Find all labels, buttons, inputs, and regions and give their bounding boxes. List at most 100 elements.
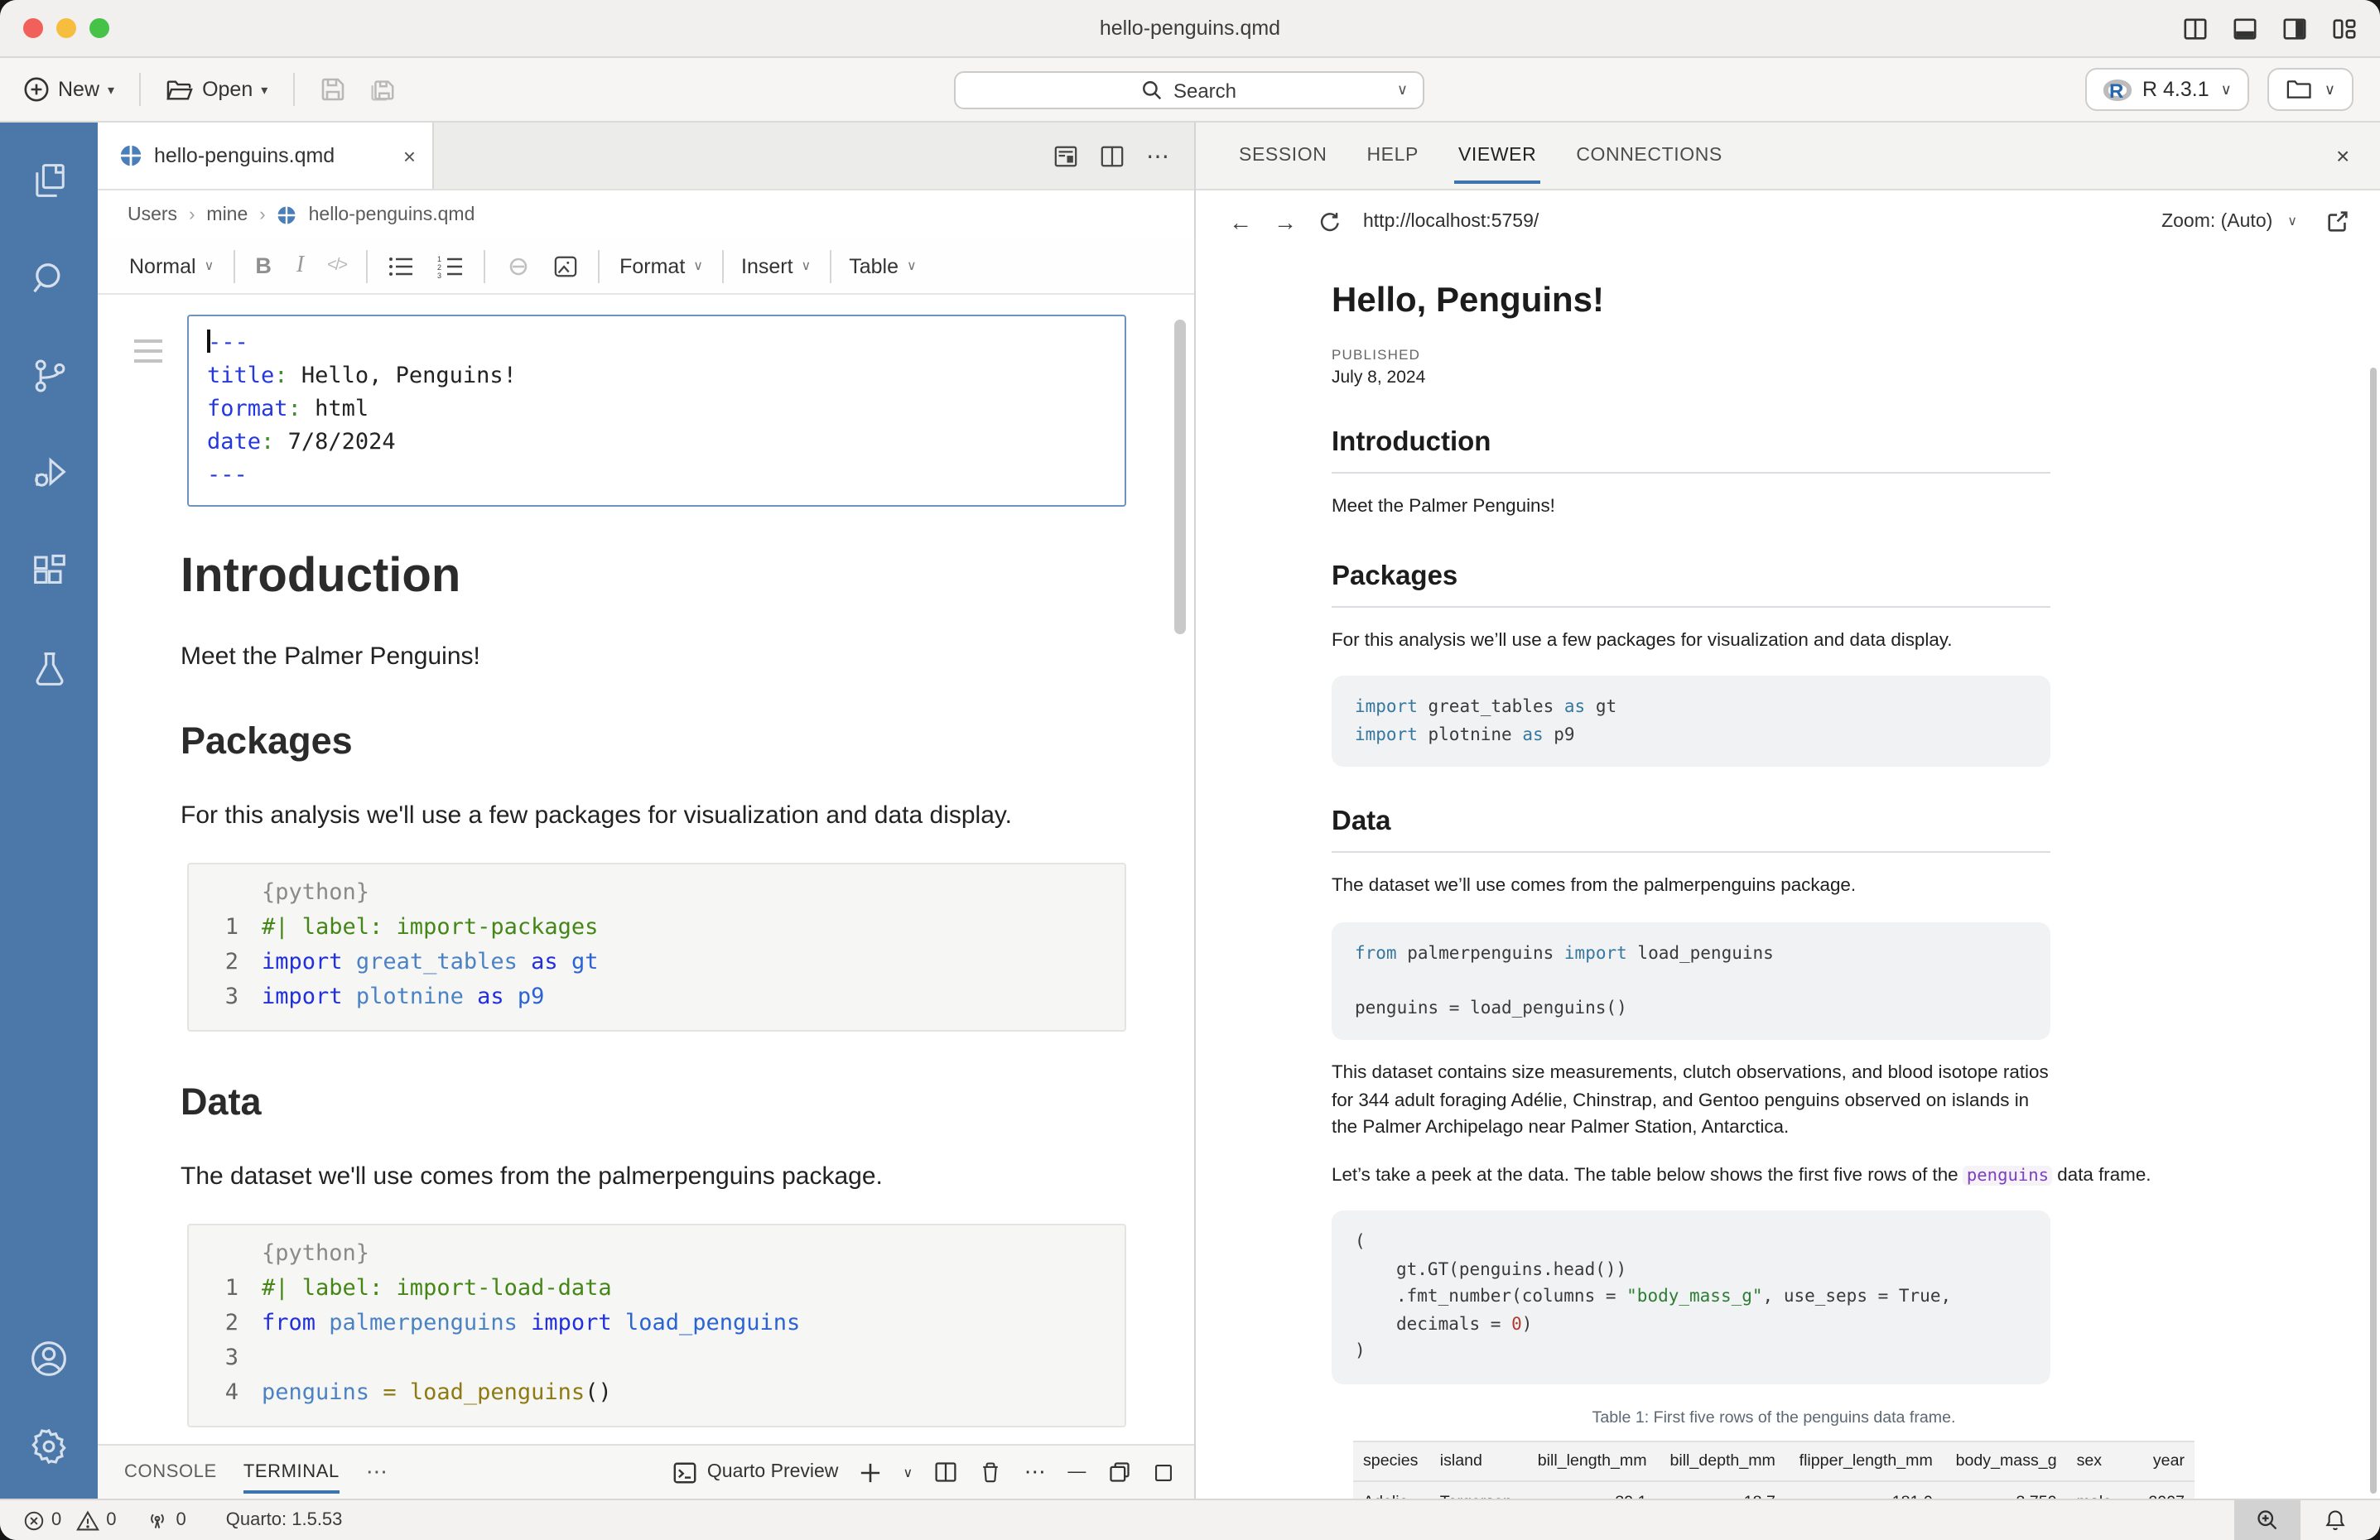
restore-panel-icon[interactable] — [1108, 1461, 1131, 1484]
open-file-button[interactable]: Open ▾ — [166, 77, 267, 102]
forward-icon[interactable]: → — [1274, 208, 1297, 234]
interpreter-selector[interactable]: R R 4.3.1 ∨ — [2084, 68, 2250, 111]
search-input[interactable]: Search ∨ — [954, 71, 1424, 109]
penguins-table: species island bill_length_mm bill_depth… — [1353, 1440, 2195, 1499]
editor-tab[interactable]: hello-penguins.qmd × — [98, 123, 434, 189]
toggle-split-layout-icon[interactable] — [2183, 16, 2208, 41]
close-tab-icon[interactable]: × — [403, 143, 416, 168]
bold-button[interactable]: B — [255, 253, 272, 278]
account-icon[interactable] — [26, 1336, 71, 1381]
italic-button[interactable]: I — [296, 253, 304, 279]
chevron-down-icon: ∨ — [907, 258, 917, 273]
breadcrumb-users[interactable]: Users — [128, 205, 177, 224]
chevron-down-icon: ∨ — [2221, 80, 2232, 99]
viewer-zoom-selector[interactable]: Zoom: (Auto) — [2161, 211, 2272, 231]
insert-menu-label: Insert — [741, 254, 793, 277]
zoom-in-button[interactable] — [2234, 1499, 2301, 1540]
terminal-tab[interactable]: TERMINAL — [243, 1462, 340, 1482]
run-debug-icon[interactable] — [27, 452, 70, 495]
error-icon — [23, 1509, 45, 1531]
close-pane-icon[interactable]: × — [2336, 142, 2350, 169]
console-tab[interactable]: CONSOLE — [124, 1462, 217, 1482]
paragraph-style-selector[interactable]: Normal ∨ — [129, 254, 214, 277]
editor-scrollbar[interactable] — [1174, 320, 1186, 634]
reload-icon[interactable] — [1318, 209, 1342, 233]
inline-code-button[interactable]: </> — [327, 257, 346, 275]
customize-layout-icon[interactable] — [2332, 16, 2357, 41]
breadcrumb-mine[interactable]: mine — [206, 205, 248, 224]
editor-content[interactable]: --- title: Hello, Penguins! format: html… — [98, 295, 1194, 1444]
back-icon[interactable]: ← — [1229, 208, 1252, 234]
toolbar-separator — [829, 249, 831, 282]
help-tab[interactable]: HELP — [1366, 146, 1419, 166]
open-in-browser-icon[interactable] — [2325, 209, 2350, 233]
maximize-panel-icon[interactable] — [1153, 1461, 1174, 1483]
chevron-down-icon[interactable]: ∨ — [1397, 81, 1408, 99]
drag-handle-icon[interactable] — [134, 339, 162, 363]
status-bar: 0 0 0 Quarto: 1.5.53 — [0, 1499, 2380, 1540]
more-actions-icon[interactable]: ⋯ — [1146, 142, 1169, 170]
connections-tab[interactable]: CONNECTIONS — [1576, 146, 1722, 166]
new-file-button[interactable]: New ▾ — [23, 76, 114, 103]
viewer-scrollbar[interactable] — [2370, 368, 2377, 1494]
viewer-content[interactable]: Hello, Penguins! PUBLISHED July 8, 2024 … — [1196, 252, 2380, 1499]
doc-paragraph: Meet the Palmer Penguins! — [1332, 493, 2050, 521]
format-menu[interactable]: Format ∨ — [619, 254, 703, 277]
toggle-bottom-panel-icon[interactable] — [2233, 16, 2257, 41]
toggle-right-panel-icon[interactable] — [2282, 16, 2307, 41]
table-menu[interactable]: Table ∨ — [849, 254, 917, 277]
terminal-launch-chevron-icon[interactable]: ∨ — [903, 1465, 913, 1480]
svg-text:3: 3 — [437, 271, 441, 277]
split-terminal-icon[interactable] — [935, 1461, 958, 1484]
bullet-list-button[interactable] — [388, 254, 414, 277]
testing-icon[interactable] — [27, 647, 70, 691]
ports-count: 0 — [176, 1510, 186, 1530]
open-file-label: Open — [202, 78, 253, 101]
new-terminal-icon[interactable] — [860, 1461, 881, 1483]
caret-down-icon: ▾ — [261, 82, 267, 97]
toolbar-separator — [598, 249, 600, 282]
link-button[interactable] — [505, 254, 532, 277]
ports-status[interactable]: 0 — [147, 1509, 186, 1532]
insert-menu[interactable]: Insert ∨ — [741, 254, 811, 277]
save-icon[interactable] — [319, 76, 345, 103]
explorer-icon[interactable] — [27, 159, 70, 202]
toolbar-separator — [139, 73, 141, 106]
numbered-list-button[interactable]: 123 — [437, 254, 464, 277]
image-button[interactable] — [553, 254, 578, 277]
search-sidebar-icon[interactable] — [27, 257, 70, 300]
save-all-icon[interactable] — [367, 76, 395, 103]
toolbar-separator — [721, 249, 723, 282]
new-file-label: New — [58, 78, 99, 101]
folder-icon — [2286, 78, 2313, 101]
extensions-icon[interactable] — [27, 550, 70, 593]
error-count: 0 — [51, 1510, 61, 1530]
minimize-panel-icon[interactable]: — — [1067, 1462, 1086, 1482]
notifications-bell-icon[interactable] — [2307, 1509, 2363, 1532]
code-cell-language: {python} — [262, 876, 1111, 911]
source-control-icon[interactable] — [27, 354, 70, 397]
quarto-preview-terminal[interactable]: Quarto Preview — [672, 1460, 839, 1485]
editor-code-cell-import-load-data[interactable]: {python} 1#| label: import-load-data 2fr… — [187, 1224, 1126, 1427]
chevron-down-icon: ∨ — [2287, 214, 2297, 229]
session-tab[interactable]: SESSION — [1239, 146, 1327, 166]
quarto-version[interactable]: Quarto: 1.5.53 — [226, 1510, 343, 1530]
workspace-folder-selector[interactable]: ∨ — [2268, 68, 2354, 111]
yaml-metadata-block[interactable]: --- title: Hello, Penguins! format: html… — [187, 315, 1126, 507]
chevron-right-icon: › — [189, 205, 195, 224]
kill-terminal-icon[interactable] — [980, 1461, 1003, 1484]
breadcrumb-file[interactable]: hello-penguins.qmd — [309, 205, 475, 224]
panel-more-tabs-icon[interactable]: ⋯ — [366, 1459, 388, 1485]
editor-code-cell-import-packages[interactable]: {python} 1#| label: import-packages 2imp… — [187, 863, 1126, 1032]
viewer-tab[interactable]: VIEWER — [1458, 146, 1536, 166]
problems-status[interactable]: 0 0 — [23, 1509, 117, 1531]
viewer-url[interactable]: http://localhost:5759/ — [1363, 211, 1539, 231]
terminal-icon — [672, 1460, 697, 1485]
doc-code-block-load-data: from palmerpenguins import load_penguins… — [1332, 922, 2050, 1040]
settings-gear-icon[interactable] — [26, 1424, 71, 1469]
paragraph-style-label: Normal — [129, 254, 196, 277]
open-preview-icon[interactable] — [1053, 143, 1078, 168]
split-editor-icon[interactable] — [1100, 143, 1125, 168]
panel-more-actions-icon[interactable]: ⋯ — [1024, 1459, 1047, 1485]
toolbar-separator — [292, 73, 294, 106]
